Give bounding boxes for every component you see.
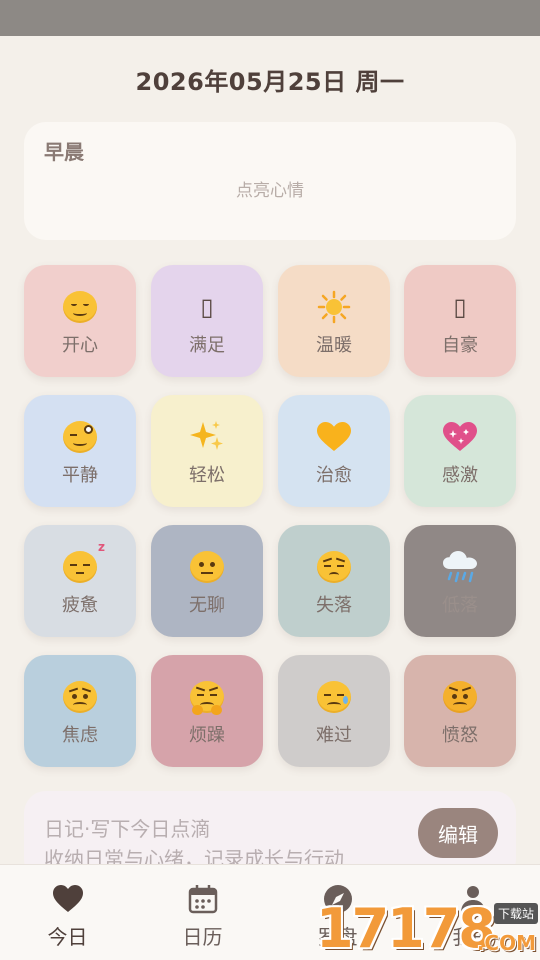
mood-tile[interactable]: 开心 (24, 265, 136, 377)
mood-tile[interactable]: 平静 (24, 395, 136, 507)
mood-tile[interactable]: ▯ 满足 (151, 265, 263, 377)
nav-label: 罗盘 (317, 925, 358, 949)
mood-label: 自豪 (442, 335, 478, 356)
unknown-glyph-icon: ▯ (200, 293, 214, 321)
morning-mood-card[interactable]: 早晨 点亮心情 (24, 122, 516, 240)
mood-tile[interactable]: 无聊 (151, 525, 263, 637)
compass-icon (323, 883, 353, 915)
mood-label: 低落 (442, 595, 478, 616)
unknown-glyph-icon: ▯ (453, 293, 467, 321)
smiling-face-icon (60, 287, 100, 327)
mood-label: 愤怒 (442, 725, 478, 746)
calendar-icon (188, 883, 218, 915)
mood-tile[interactable]: 愤怒 (404, 655, 516, 767)
mood-label: 温暖 (316, 335, 352, 356)
mood-label: 烦躁 (189, 725, 225, 746)
mood-tile[interactable]: 温暖 (278, 265, 390, 377)
mood-tile[interactable]: 焦虑 (24, 655, 136, 767)
worried-face-icon (60, 677, 100, 717)
nav-label: 日历 (182, 925, 223, 949)
mood-label: 焦虑 (62, 725, 98, 746)
rain-cloud-icon (440, 547, 480, 587)
mood-tile[interactable]: 轻松 (151, 395, 263, 507)
mood-tile[interactable]: 烦躁 (151, 655, 263, 767)
sun-icon (314, 287, 354, 327)
sparkling-heart-icon (440, 417, 480, 457)
mood-label: 无聊 (189, 595, 225, 616)
morning-hint: 点亮心情 (236, 181, 304, 201)
yellow-heart-icon (314, 417, 354, 457)
neutral-face-icon (187, 547, 227, 587)
heart-icon (52, 883, 84, 915)
mood-label: 轻松 (189, 465, 225, 486)
pensive-face-icon (314, 547, 354, 587)
nav-label: 我的 (452, 925, 493, 949)
mood-tile[interactable]: 失落 (278, 525, 390, 637)
diary-title: 日记·写下今日点滴 (44, 817, 211, 841)
steaming-face-icon (187, 677, 227, 717)
relieved-face-icon (60, 417, 100, 457)
mood-tile[interactable]: ▯ 自豪 (404, 265, 516, 377)
sparkles-icon (187, 417, 227, 457)
mood-label: 开心 (62, 335, 98, 356)
mood-tile[interactable]: z 疲惫 (24, 525, 136, 637)
mood-tile[interactable]: 感激 (404, 395, 516, 507)
bottom-nav: 今日 日历 罗盘 我的 (0, 864, 540, 960)
nav-item-today[interactable]: 今日 (0, 865, 135, 960)
mood-tile[interactable]: 治愈 (278, 395, 390, 507)
morning-label: 早晨 (44, 140, 84, 164)
person-icon (458, 883, 488, 915)
mood-tile[interactable]: 难过 (278, 655, 390, 767)
mood-label: 满足 (189, 335, 225, 356)
status-bar (0, 0, 540, 36)
crying-face-icon (314, 677, 354, 717)
angry-face-icon (440, 677, 480, 717)
sleeping-face-icon: z (60, 541, 105, 587)
mood-label: 治愈 (316, 465, 352, 486)
page-title: 2026年05月25日 周一 (135, 68, 405, 96)
nav-label: 今日 (47, 925, 88, 949)
mood-label: 平静 (62, 465, 98, 486)
mood-label: 疲惫 (62, 595, 98, 616)
nav-item-compass[interactable]: 罗盘 (270, 865, 405, 960)
nav-item-calendar[interactable]: 日历 (135, 865, 270, 960)
mood-label: 感激 (442, 465, 478, 486)
edit-button[interactable]: 编辑 (418, 808, 498, 858)
nav-item-profile[interactable]: 我的 (405, 865, 540, 960)
mood-label: 失落 (316, 595, 352, 616)
mood-label: 难过 (316, 725, 352, 746)
mood-grid: 开心 ▯ 满足 温暖 ▯ 自豪平静 轻松 治愈 感激 z 疲惫 无聊 失落 低落焦虑 烦躁 难过 愤怒 (24, 265, 516, 767)
mood-tile[interactable]: 低落 (404, 525, 516, 637)
